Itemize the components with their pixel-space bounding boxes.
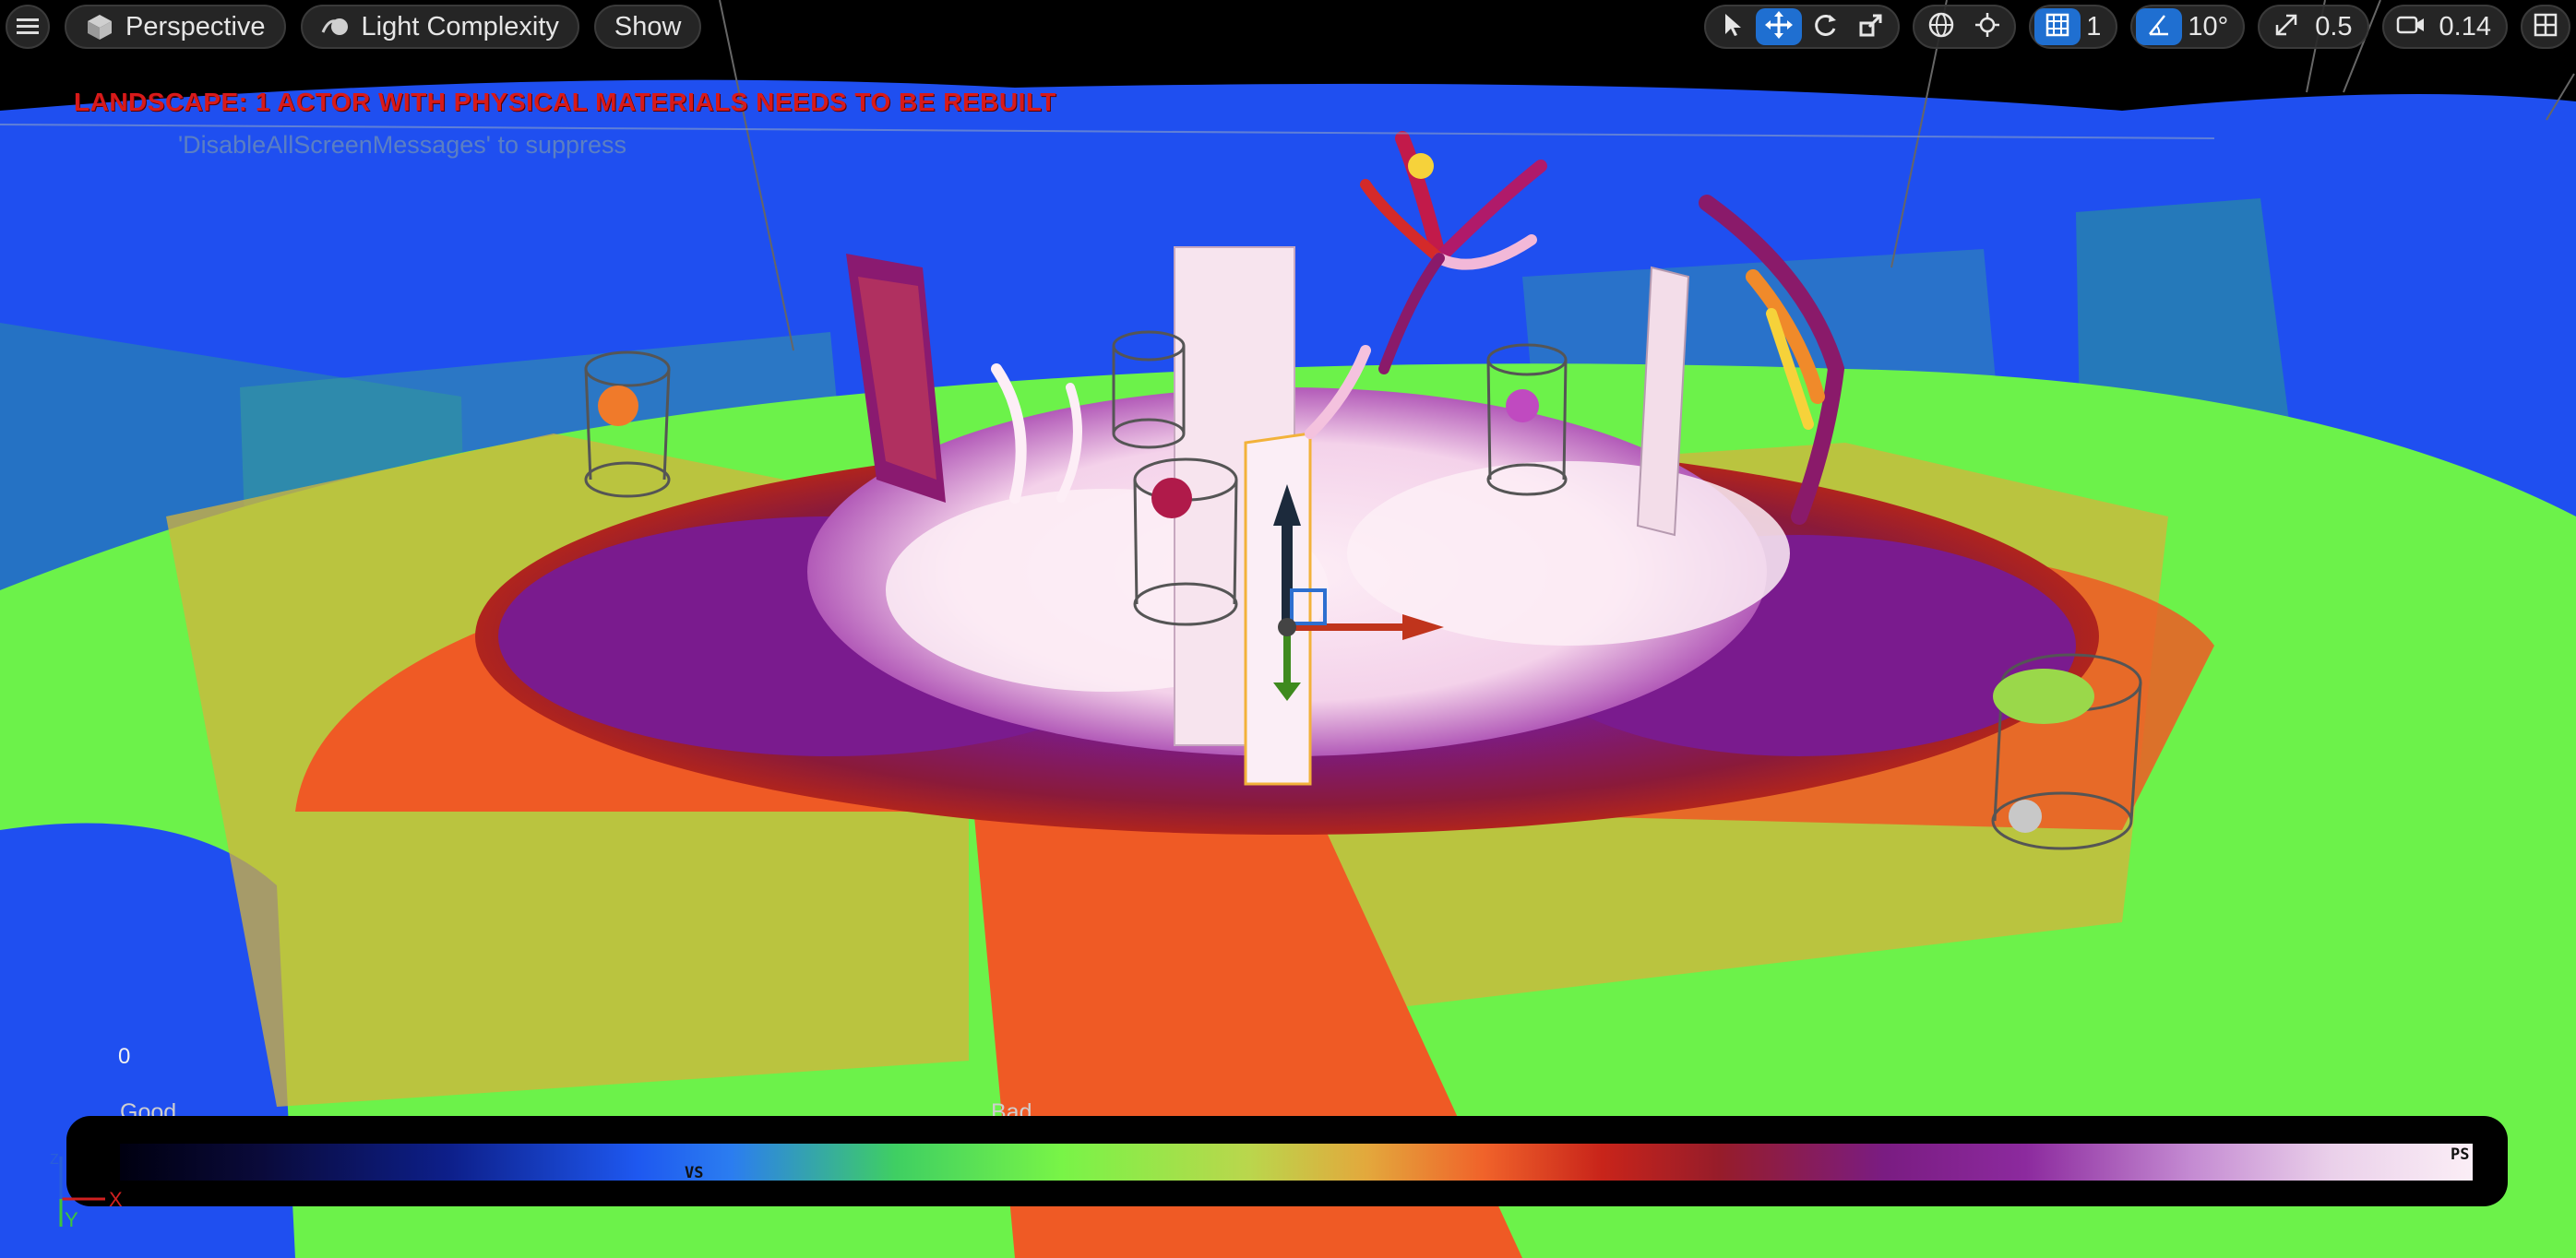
scale-icon bbox=[1858, 12, 1884, 42]
grid-snap-toggle[interactable] bbox=[2034, 8, 2081, 45]
scale-tool-button[interactable] bbox=[1848, 8, 1894, 45]
grid-snap-value[interactable]: 1 bbox=[2081, 12, 2112, 42]
grid-snap-group: 1 bbox=[2029, 5, 2118, 49]
rotate-tool-button[interactable] bbox=[1802, 8, 1848, 45]
camera-speed-button[interactable] bbox=[2388, 8, 2434, 45]
transform-tools-group bbox=[1704, 5, 1901, 49]
legend-zero-label: 0 bbox=[118, 1044, 131, 1069]
legend-ps-label: PS bbox=[2451, 1145, 2470, 1164]
complexity-gradient bbox=[120, 1144, 2473, 1181]
axis-z-label: Z bbox=[50, 1152, 59, 1168]
globe-icon bbox=[1927, 11, 1955, 43]
complexity-legend-bar bbox=[66, 1116, 2508, 1206]
viewport-layout-button[interactable] bbox=[2522, 8, 2569, 45]
grid-icon bbox=[2045, 12, 2070, 42]
scale-snap-value[interactable]: 0.5 bbox=[2309, 12, 2363, 42]
rotation-snap-toggle[interactable] bbox=[2136, 8, 2183, 45]
layout-grid-icon bbox=[2533, 12, 2558, 42]
translate-tool-button[interactable] bbox=[1756, 8, 1803, 45]
light-complexity-icon bbox=[321, 12, 351, 42]
view-mode-label: Light Complexity bbox=[361, 11, 559, 42]
perspective-button[interactable]: Perspective bbox=[65, 5, 286, 49]
show-label: Show bbox=[614, 11, 682, 42]
axis-y-label: Y bbox=[65, 1208, 78, 1227]
surface-snap-button[interactable] bbox=[1964, 8, 2010, 45]
cube-icon bbox=[85, 12, 114, 42]
coordinate-space-group bbox=[1913, 5, 2017, 49]
axis-indicator: X Y Z bbox=[50, 1152, 123, 1227]
surface-snap-icon bbox=[1974, 11, 2001, 43]
light-complexity-scene[interactable] bbox=[0, 0, 2576, 1258]
angle-icon bbox=[2146, 12, 2172, 42]
scale-snap-icon bbox=[2273, 12, 2299, 42]
camera-icon bbox=[2396, 14, 2426, 41]
legend-vs-label: VS bbox=[685, 1164, 704, 1182]
camera-speed-group: 0.14 bbox=[2381, 5, 2508, 49]
scale-snap-group: 0.5 bbox=[2258, 5, 2369, 49]
hamburger-menu-icon bbox=[13, 12, 42, 42]
axis-x-label: X bbox=[109, 1188, 123, 1211]
rebuild-warning-message: LANDSCAPE: 1 ACTOR WITH PHYSICAL MATERIA… bbox=[74, 88, 1056, 116]
select-tool-button[interactable] bbox=[1710, 8, 1756, 45]
view-mode-button[interactable]: Light Complexity bbox=[300, 5, 579, 49]
show-button[interactable]: Show bbox=[593, 5, 702, 49]
world-space-button[interactable] bbox=[1918, 8, 1964, 45]
perspective-label: Perspective bbox=[125, 11, 266, 42]
scale-snap-toggle[interactable] bbox=[2263, 8, 2309, 45]
rotate-icon bbox=[1811, 11, 1839, 43]
move-arrows-icon bbox=[1765, 10, 1794, 43]
suppress-hint-message: 'DisableAllScreenMessages' to suppress bbox=[178, 131, 627, 159]
viewport-menu-button[interactable] bbox=[6, 5, 50, 49]
viewport-toolbar-right: 1 10° 0.5 0.14 bbox=[1704, 5, 2570, 49]
rotation-snap-group: 10° bbox=[2130, 5, 2246, 49]
viewport-toolbar-left: Perspective Light Complexity Show bbox=[6, 5, 702, 49]
layout-group bbox=[2521, 5, 2570, 49]
cursor-arrow-icon bbox=[1722, 12, 1744, 42]
editor-viewport[interactable]: Perspective Light Complexity Show 1 10° … bbox=[0, 0, 2576, 1258]
camera-speed-value[interactable]: 0.14 bbox=[2434, 12, 2502, 42]
rotation-snap-value[interactable]: 10° bbox=[2182, 12, 2239, 42]
